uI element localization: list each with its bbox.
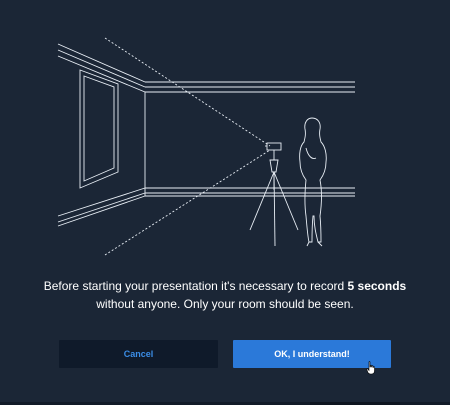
record-room-dialog: Before starting your presentation it's n… [0, 0, 450, 405]
instruction-text-after: without anyone. Only your room should be… [96, 297, 354, 311]
instruction-text-before: Before starting your presentation it's n… [43, 279, 348, 293]
hand-pointer-icon [366, 361, 375, 375]
cancel-button[interactable]: Cancel [59, 340, 218, 368]
room-camera-illustration-icon [57, 37, 355, 256]
instruction-message: Before starting your presentation it's n… [20, 277, 430, 313]
instruction-emphasis: 5 seconds [347, 279, 407, 293]
